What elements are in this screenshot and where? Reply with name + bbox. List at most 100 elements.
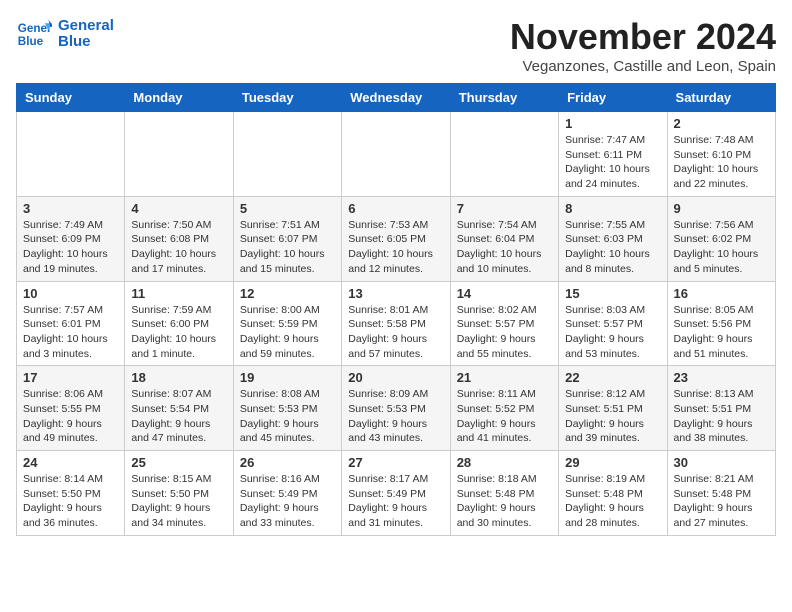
- day-cell: 20 Sunrise: 8:09 AM Sunset: 5:53 PM Dayl…: [342, 366, 450, 451]
- weekday-header-tuesday: Tuesday: [233, 84, 341, 112]
- day-number: 9: [674, 201, 769, 216]
- daylight-text: Daylight: 10 hours and 1 minute.: [131, 332, 226, 361]
- day-number: 27: [348, 455, 443, 470]
- day-number: 14: [457, 286, 552, 301]
- sunrise-text: Sunrise: 8:05 AM: [674, 303, 769, 318]
- sunset-text: Sunset: 5:50 PM: [131, 487, 226, 502]
- day-info: Sunrise: 8:02 AM Sunset: 5:57 PM Dayligh…: [457, 303, 552, 362]
- daylight-text: Daylight: 9 hours and 38 minutes.: [674, 417, 769, 446]
- sunrise-text: Sunrise: 8:15 AM: [131, 472, 226, 487]
- location-title: Veganzones, Castille and Leon, Spain: [510, 58, 776, 75]
- day-info: Sunrise: 8:19 AM Sunset: 5:48 PM Dayligh…: [565, 472, 660, 531]
- sunset-text: Sunset: 5:51 PM: [565, 402, 660, 417]
- daylight-text: Daylight: 9 hours and 30 minutes.: [457, 501, 552, 530]
- day-number: 11: [131, 286, 226, 301]
- day-info: Sunrise: 7:56 AM Sunset: 6:02 PM Dayligh…: [674, 218, 769, 277]
- day-cell: 9 Sunrise: 7:56 AM Sunset: 6:02 PM Dayli…: [667, 196, 775, 281]
- day-info: Sunrise: 7:50 AM Sunset: 6:08 PM Dayligh…: [131, 218, 226, 277]
- daylight-text: Daylight: 9 hours and 53 minutes.: [565, 332, 660, 361]
- day-number: 17: [23, 370, 118, 385]
- daylight-text: Daylight: 9 hours and 45 minutes.: [240, 417, 335, 446]
- day-number: 23: [674, 370, 769, 385]
- day-info: Sunrise: 8:11 AM Sunset: 5:52 PM Dayligh…: [457, 387, 552, 446]
- day-cell: [125, 112, 233, 197]
- sunset-text: Sunset: 5:52 PM: [457, 402, 552, 417]
- day-info: Sunrise: 8:16 AM Sunset: 5:49 PM Dayligh…: [240, 472, 335, 531]
- daylight-text: Daylight: 9 hours and 57 minutes.: [348, 332, 443, 361]
- sunset-text: Sunset: 6:02 PM: [674, 232, 769, 247]
- day-number: 12: [240, 286, 335, 301]
- day-cell: 1 Sunrise: 7:47 AM Sunset: 6:11 PM Dayli…: [559, 112, 667, 197]
- sunrise-text: Sunrise: 7:48 AM: [674, 133, 769, 148]
- day-number: 28: [457, 455, 552, 470]
- weekday-header-thursday: Thursday: [450, 84, 558, 112]
- sunset-text: Sunset: 5:55 PM: [23, 402, 118, 417]
- sunrise-text: Sunrise: 7:54 AM: [457, 218, 552, 233]
- day-cell: 13 Sunrise: 8:01 AM Sunset: 5:58 PM Dayl…: [342, 281, 450, 366]
- daylight-text: Daylight: 9 hours and 33 minutes.: [240, 501, 335, 530]
- sunrise-text: Sunrise: 8:02 AM: [457, 303, 552, 318]
- sunset-text: Sunset: 6:04 PM: [457, 232, 552, 247]
- sunrise-text: Sunrise: 8:17 AM: [348, 472, 443, 487]
- day-info: Sunrise: 8:14 AM Sunset: 5:50 PM Dayligh…: [23, 472, 118, 531]
- sunset-text: Sunset: 6:11 PM: [565, 148, 660, 163]
- day-number: 3: [23, 201, 118, 216]
- sunset-text: Sunset: 5:58 PM: [348, 317, 443, 332]
- day-cell: 2 Sunrise: 7:48 AM Sunset: 6:10 PM Dayli…: [667, 112, 775, 197]
- day-cell: 12 Sunrise: 8:00 AM Sunset: 5:59 PM Dayl…: [233, 281, 341, 366]
- day-cell: 14 Sunrise: 8:02 AM Sunset: 5:57 PM Dayl…: [450, 281, 558, 366]
- day-info: Sunrise: 7:55 AM Sunset: 6:03 PM Dayligh…: [565, 218, 660, 277]
- svg-text:Blue: Blue: [18, 35, 44, 48]
- calendar-table: SundayMondayTuesdayWednesdayThursdayFrid…: [16, 83, 776, 536]
- logo-line2: Blue: [58, 34, 114, 51]
- daylight-text: Daylight: 10 hours and 22 minutes.: [674, 162, 769, 191]
- sunrise-text: Sunrise: 8:01 AM: [348, 303, 443, 318]
- day-cell: 4 Sunrise: 7:50 AM Sunset: 6:08 PM Dayli…: [125, 196, 233, 281]
- daylight-text: Daylight: 9 hours and 55 minutes.: [457, 332, 552, 361]
- sunset-text: Sunset: 5:48 PM: [674, 487, 769, 502]
- day-number: 24: [23, 455, 118, 470]
- day-number: 18: [131, 370, 226, 385]
- daylight-text: Daylight: 9 hours and 59 minutes.: [240, 332, 335, 361]
- day-info: Sunrise: 8:12 AM Sunset: 5:51 PM Dayligh…: [565, 387, 660, 446]
- sunrise-text: Sunrise: 7:56 AM: [674, 218, 769, 233]
- sunset-text: Sunset: 6:03 PM: [565, 232, 660, 247]
- day-cell: 22 Sunrise: 8:12 AM Sunset: 5:51 PM Dayl…: [559, 366, 667, 451]
- day-cell: [342, 112, 450, 197]
- sunrise-text: Sunrise: 8:06 AM: [23, 387, 118, 402]
- sunrise-text: Sunrise: 7:59 AM: [131, 303, 226, 318]
- daylight-text: Daylight: 10 hours and 5 minutes.: [674, 247, 769, 276]
- daylight-text: Daylight: 10 hours and 24 minutes.: [565, 162, 660, 191]
- day-cell: 11 Sunrise: 7:59 AM Sunset: 6:00 PM Dayl…: [125, 281, 233, 366]
- day-number: 8: [565, 201, 660, 216]
- day-info: Sunrise: 7:49 AM Sunset: 6:09 PM Dayligh…: [23, 218, 118, 277]
- daylight-text: Daylight: 10 hours and 12 minutes.: [348, 247, 443, 276]
- sunset-text: Sunset: 6:07 PM: [240, 232, 335, 247]
- day-number: 6: [348, 201, 443, 216]
- day-cell: 19 Sunrise: 8:08 AM Sunset: 5:53 PM Dayl…: [233, 366, 341, 451]
- daylight-text: Daylight: 9 hours and 34 minutes.: [131, 501, 226, 530]
- day-cell: 5 Sunrise: 7:51 AM Sunset: 6:07 PM Dayli…: [233, 196, 341, 281]
- day-cell: 26 Sunrise: 8:16 AM Sunset: 5:49 PM Dayl…: [233, 451, 341, 536]
- title-block: November 2024 Veganzones, Castille and L…: [510, 16, 776, 75]
- day-number: 19: [240, 370, 335, 385]
- day-number: 26: [240, 455, 335, 470]
- day-info: Sunrise: 8:15 AM Sunset: 5:50 PM Dayligh…: [131, 472, 226, 531]
- daylight-text: Daylight: 9 hours and 51 minutes.: [674, 332, 769, 361]
- day-cell: 25 Sunrise: 8:15 AM Sunset: 5:50 PM Dayl…: [125, 451, 233, 536]
- week-row-4: 17 Sunrise: 8:06 AM Sunset: 5:55 PM Dayl…: [17, 366, 776, 451]
- day-number: 22: [565, 370, 660, 385]
- day-cell: 18 Sunrise: 8:07 AM Sunset: 5:54 PM Dayl…: [125, 366, 233, 451]
- sunrise-text: Sunrise: 8:11 AM: [457, 387, 552, 402]
- day-info: Sunrise: 7:47 AM Sunset: 6:11 PM Dayligh…: [565, 133, 660, 192]
- sunset-text: Sunset: 5:48 PM: [457, 487, 552, 502]
- daylight-text: Daylight: 9 hours and 28 minutes.: [565, 501, 660, 530]
- day-number: 10: [23, 286, 118, 301]
- day-cell: 23 Sunrise: 8:13 AM Sunset: 5:51 PM Dayl…: [667, 366, 775, 451]
- day-number: 1: [565, 116, 660, 131]
- sunset-text: Sunset: 6:01 PM: [23, 317, 118, 332]
- day-info: Sunrise: 7:59 AM Sunset: 6:00 PM Dayligh…: [131, 303, 226, 362]
- daylight-text: Daylight: 9 hours and 31 minutes.: [348, 501, 443, 530]
- day-cell: 28 Sunrise: 8:18 AM Sunset: 5:48 PM Dayl…: [450, 451, 558, 536]
- day-info: Sunrise: 8:07 AM Sunset: 5:54 PM Dayligh…: [131, 387, 226, 446]
